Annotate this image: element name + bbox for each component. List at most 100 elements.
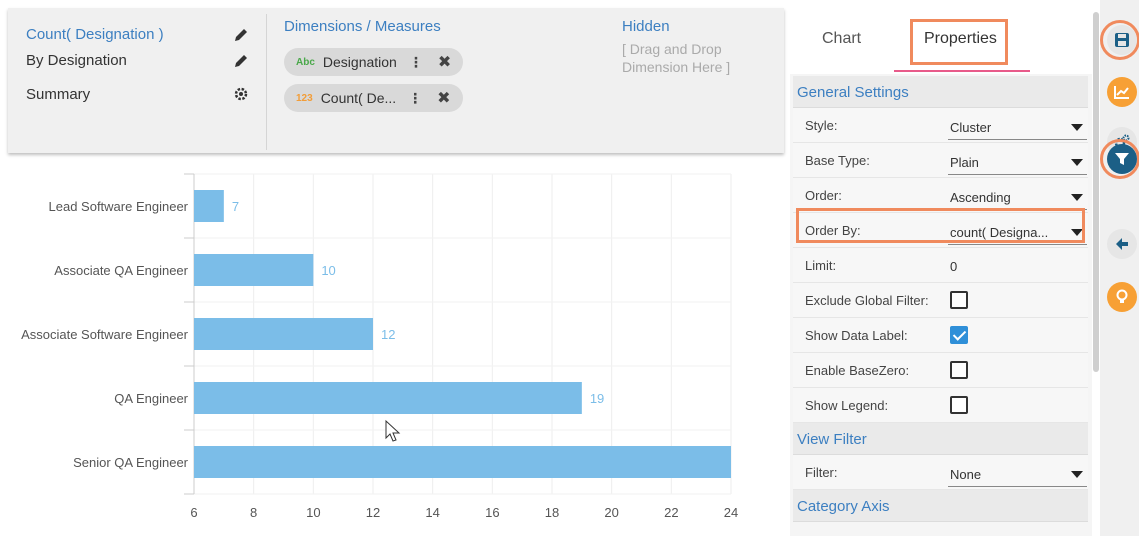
x-tick-label: 24 [724, 505, 738, 520]
exclude-global-filter-label: Exclude Global Filter: [805, 293, 929, 308]
icon-rail [1100, 0, 1139, 536]
x-tick-label: 8 [250, 505, 257, 520]
pill-label: Count( De... [320, 90, 397, 106]
exclude-global-filter-row: Exclude Global Filter: [793, 283, 1088, 318]
chart-svg: Lead Software Engineer 7 Associate QA Engi… [21, 173, 738, 520]
enable-basezero-label: Enable BaseZero: [805, 363, 910, 378]
dimensions-measures-header: Dimensions / Measures [284, 18, 441, 35]
filter-select[interactable]: None [948, 461, 1087, 487]
order-label: Order: [805, 188, 842, 203]
properties-list: General Settings Style: Cluster Base Typ… [793, 76, 1088, 522]
chevron-down-icon [1071, 471, 1083, 478]
category-label: Lead Software Engineer [49, 199, 189, 214]
measure-title[interactable]: Count( Designation ) [26, 26, 164, 43]
gear-icon[interactable] [232, 85, 250, 103]
pill-label: Designation [322, 54, 397, 70]
x-tick-label: 14 [425, 505, 439, 520]
more-options-icon[interactable]: ⋮ [409, 54, 424, 71]
back-button[interactable] [1107, 229, 1137, 259]
category-axis-header[interactable]: Category Axis [793, 490, 1088, 522]
remove-icon[interactable]: ✖ [437, 88, 450, 108]
show-legend-checkbox[interactable] [950, 396, 968, 414]
chart-button[interactable] [1107, 77, 1137, 107]
show-legend-row: Show Legend: [793, 388, 1088, 423]
base-type-select[interactable]: Plain [948, 149, 1087, 175]
bar [194, 318, 373, 350]
text-type-tag: Abc [296, 56, 315, 68]
base-type-value: Plain [950, 155, 979, 170]
x-tick-label: 16 [485, 505, 499, 520]
base-type-row: Base Type: Plain [793, 143, 1088, 178]
chevron-down-icon [1071, 159, 1083, 166]
show-data-label-row: Show Data Label: [793, 318, 1088, 353]
data-label: 7 [232, 199, 239, 214]
x-tick-label: 22 [664, 505, 678, 520]
bar-chart: Lead Software Engineer 7 Associate QA Engi… [0, 166, 790, 536]
limit-input[interactable]: 0 [950, 259, 957, 274]
style-value: Cluster [950, 120, 992, 135]
style-label: Style: [805, 118, 838, 133]
save-icon [1115, 33, 1129, 47]
bar [194, 190, 224, 222]
enable-basezero-checkbox[interactable] [950, 361, 968, 379]
scrollbar[interactable] [1093, 12, 1099, 372]
lightbulb-icon [1116, 289, 1128, 303]
exclude-global-filter-checkbox[interactable] [950, 291, 968, 309]
show-data-label-checkbox[interactable] [950, 326, 968, 344]
save-button[interactable] [1107, 25, 1137, 55]
hidden-header: Hidden [622, 18, 670, 35]
chevron-down-icon [1071, 194, 1083, 201]
data-label: 19 [590, 391, 604, 406]
style-select[interactable]: Cluster [948, 114, 1087, 140]
pencil-icon[interactable] [232, 26, 250, 44]
order-value: Ascending [950, 190, 1011, 205]
more-options-icon[interactable]: ⋮ [408, 90, 423, 107]
dimension-title[interactable]: By Designation [26, 52, 127, 69]
filter-label: Filter: [805, 465, 838, 480]
hidden-drop-zone[interactable]: [ Drag and Drop Dimension Here ] [622, 40, 772, 76]
bar [194, 254, 314, 286]
order-row-highlight [796, 208, 1085, 243]
filter-button[interactable] [1107, 144, 1137, 174]
category-label: QA Engineer [114, 391, 188, 406]
enable-basezero-row: Enable BaseZero: [793, 353, 1088, 388]
divider [266, 14, 267, 150]
x-tick-label: 12 [366, 505, 380, 520]
tab-bar: Chart Properties [790, 0, 1092, 74]
chart-trend-icon [1114, 86, 1129, 99]
show-legend-label: Show Legend: [805, 398, 889, 413]
general-settings-header[interactable]: General Settings [793, 76, 1088, 108]
active-tab-indicator [894, 70, 1030, 72]
chart-config-panel: Count( Designation ) By Designation Summ… [8, 8, 784, 153]
tab-chart[interactable]: Chart [822, 30, 861, 48]
bar [194, 382, 582, 414]
tips-button[interactable] [1107, 282, 1137, 312]
number-type-tag: 123 [296, 92, 313, 104]
filter-row: Filter: None [793, 455, 1088, 490]
x-tick-label: 18 [545, 505, 559, 520]
cursor-icon [385, 419, 401, 442]
chevron-down-icon [1071, 124, 1083, 131]
filter-icon [1115, 153, 1129, 165]
base-type-label: Base Type: [805, 153, 870, 168]
limit-row: Limit: 0 [793, 248, 1088, 283]
tab-properties[interactable]: Properties [924, 30, 997, 48]
data-label: 10 [321, 263, 335, 278]
order-select[interactable]: Ascending [948, 184, 1087, 210]
pencil-icon[interactable] [232, 52, 250, 70]
category-label: Associate Software Engineer [21, 327, 189, 342]
dimension-pill-designation[interactable]: Abc Designation ⋮ ✖ [284, 48, 464, 76]
bar [194, 446, 731, 478]
limit-label: Limit: [805, 258, 837, 273]
view-filter-header[interactable]: View Filter [793, 423, 1088, 455]
back-arrow-icon [1116, 238, 1128, 250]
properties-panel: Chart Properties General Settings Style:… [790, 0, 1092, 536]
summary-label[interactable]: Summary [26, 86, 90, 103]
data-label: 12 [381, 327, 395, 342]
filter-value: None [950, 467, 982, 482]
measure-pill-count[interactable]: 123 Count( De... ⋮ ✖ [284, 84, 463, 112]
category-label: Associate QA Engineer [54, 263, 188, 278]
remove-icon[interactable]: ✖ [438, 52, 451, 72]
x-tick-label: 6 [190, 505, 197, 520]
show-data-label-label: Show Data Label: [805, 328, 908, 343]
